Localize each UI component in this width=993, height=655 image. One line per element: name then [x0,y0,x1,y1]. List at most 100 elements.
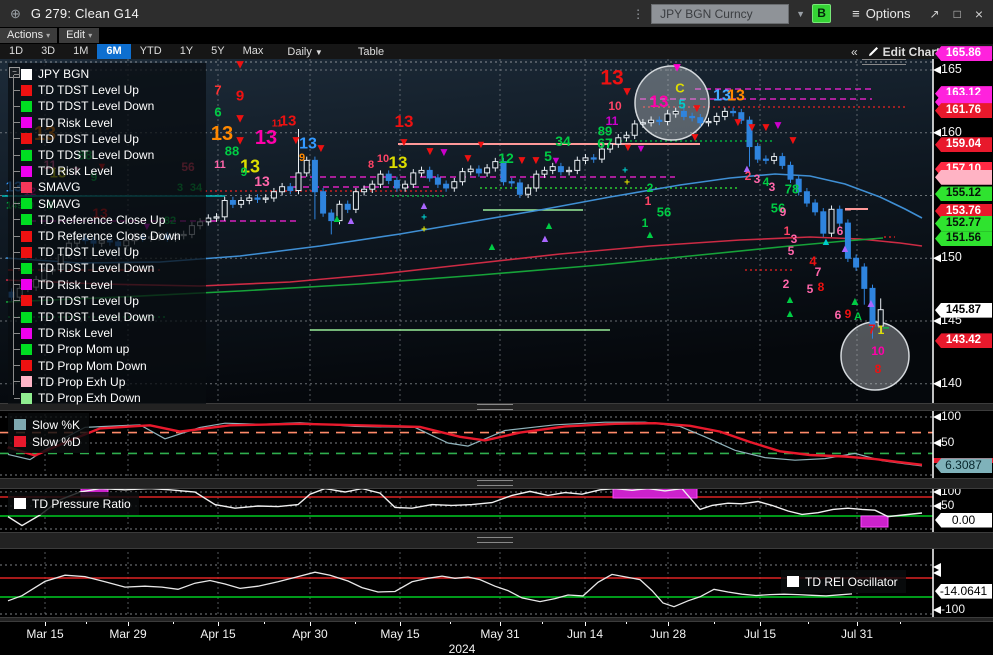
legend-item[interactable]: JPY BGN [8,66,89,82]
td-annotation: 7 [868,322,875,337]
legend-tree-tick [14,349,20,350]
price-label: 152.77 [935,216,992,231]
legend-item[interactable]: TD Prop Exh Down [8,390,141,406]
legend-swatch [21,376,32,387]
td-annotation: 88 [225,144,239,159]
td-annotation: 11 [214,159,226,171]
td-annotation: 8 [368,159,374,171]
td-annotation: 1 [784,224,791,238]
td-annotation: ▼ [424,144,436,158]
td-annotation: 13 [255,127,277,149]
legend-item[interactable]: TD TDST Level Up [8,82,139,98]
divider-grip[interactable] [477,404,513,410]
td-annotation: 12 [498,150,514,166]
legend-item[interactable]: SMAVG [8,196,80,212]
legend-item[interactable]: TD TDST Level Down [8,260,154,276]
legend-item[interactable]: TD Risk Level [8,277,113,293]
td-annotation: ▲ [821,236,832,248]
legend-item[interactable]: TD Prop Mom up [8,341,129,357]
td-annotation: ▲ [645,229,656,241]
panel-divider[interactable] [0,617,993,622]
td-annotation: 8 [818,280,825,294]
td-annotation: 13 [650,92,669,111]
date-tick-label: Jun 14 [567,627,603,641]
td-annotation: + [622,166,628,177]
legend-swatch [787,576,799,587]
legend-item[interactable]: TD Risk Level [8,325,113,341]
legend-label: TD TDST Level Up [38,245,139,259]
td-annotation: 9 [241,165,248,179]
td-annotation: 7 [815,265,822,279]
td-annotation: 9 [236,87,244,104]
td-annotation: 5 [788,244,795,258]
legend-swatch [21,247,32,258]
legend-label: SMAVG [38,197,80,211]
date-axis: Mar 15Mar 29Apr 15Apr 30May 15May 31Jun … [0,620,993,655]
legend-item[interactable]: TD TDST Level Up [8,131,139,147]
main-panel-grip[interactable] [862,59,906,65]
td-annotation: 6 [837,224,844,238]
legend-swatch [21,263,32,274]
td-annotation: 2 [647,181,654,195]
price-label: 161.76 [935,103,992,118]
legend-swatch [21,393,32,404]
legend-item[interactable]: TD Reference Close Up [8,212,165,228]
td-annotation: 7 [214,83,221,98]
price-tick-label: 165 [941,62,962,76]
rei-legend[interactable]: TD REI Oscillator [781,570,906,593]
legend-label: TD Risk Level [38,164,113,178]
legend-label: JPY BGN [38,67,89,81]
stochastics-legend[interactable]: Slow %KSlow %D [8,413,89,453]
legend-tree-tick [14,317,20,318]
td-annotation: 10 [377,153,389,165]
legend-item[interactable]: TD TDST Level Up [8,244,139,260]
legend-item[interactable]: TD Risk Level [8,115,113,131]
legend-item[interactable]: TD TDST Level Down [8,98,154,114]
legend-swatch [21,150,32,161]
legend-label: TD TDST Level Down [38,310,154,324]
td-annotation: ▼ [516,153,528,167]
legend-label: SMAVG [38,180,80,194]
legend-item[interactable]: SMAVG [8,179,80,195]
legend-label: TD Prop Exh Down [38,391,141,405]
td-annotation: ▼ [732,115,744,129]
td-annotation: 34 [555,133,571,149]
legend-item[interactable]: TD TDST Level Down [8,147,154,163]
legend-item[interactable]: TD Prop Mom Down [8,358,147,374]
legend-item[interactable]: TD TDST Level Up [8,293,139,309]
date-tick-label: Jul 31 [841,627,873,641]
legend-item[interactable]: TD TDST Level Down [8,309,154,325]
date-tick-label: Apr 15 [200,627,235,641]
td-annotation: ▲ [540,233,551,245]
td-annotation: ▼ [689,130,701,144]
legend-tree-tick [14,284,20,285]
divider-grip[interactable] [477,537,513,543]
pressure-legend[interactable]: TD Pressure Ratio [8,492,139,515]
legend-label: Slow %D [32,435,81,449]
legend-item[interactable]: TD Reference Close Down [8,228,181,244]
legend-tree-tick [14,90,20,91]
legend-swatch [14,436,26,447]
price-tick-label: 140 [941,376,962,390]
rei-last-value-label: -14.0641 [935,584,992,599]
legend-item[interactable]: TD Prop Exh Up [8,374,125,390]
td-annotation: + [421,213,427,224]
legend-label: TD Risk Level [38,116,113,130]
price-label: 145.87 [935,303,992,318]
legend-item[interactable]: TD Risk Level [8,163,113,179]
legend-tree-tick [14,381,20,382]
legend-label: TD TDST Level Up [38,294,139,308]
legend-tree-tick [14,333,20,334]
td-annotation: + [624,178,630,189]
legend-item: TD Pressure Ratio [14,495,131,512]
td-annotation: ▲ [346,215,357,227]
legend-label: TD Prop Mom up [38,342,129,356]
legend-label: TD Risk Level [38,278,113,292]
td-annotation: 1 [645,194,652,208]
td-annotation: 6 [214,105,221,120]
td-annotation: ▼ [760,120,772,134]
divider-grip[interactable] [477,480,513,486]
legend-label: TD Prop Mom Down [38,359,147,373]
td-annotation: 2 [783,277,790,291]
legend-swatch [21,117,32,128]
